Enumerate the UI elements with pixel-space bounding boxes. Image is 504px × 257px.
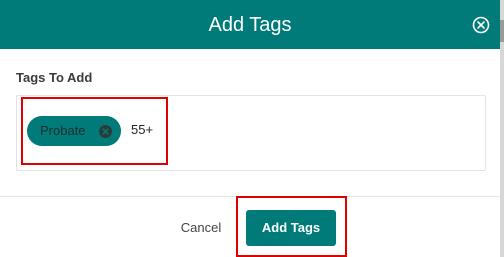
scrollbar-thumb[interactable] — [500, 20, 504, 42]
more-tags-count[interactable]: 55+ — [131, 122, 153, 137]
add-tags-dialog: Add Tags Tags To Add Probate 55+ Cancel … — [0, 0, 504, 257]
close-button[interactable] — [472, 16, 490, 34]
cancel-button[interactable]: Cancel — [172, 217, 230, 239]
dialog-title: Add Tags — [208, 14, 292, 36]
dialog-header: Add Tags — [0, 0, 500, 49]
remove-circle-icon — [99, 125, 112, 138]
add-tags-button[interactable]: Add Tags — [246, 210, 336, 246]
tags-to-add-label: Tags To Add — [16, 70, 93, 85]
scrollbar[interactable] — [500, 0, 504, 257]
tag-remove-button[interactable] — [99, 125, 112, 138]
close-circle-icon — [472, 16, 490, 34]
tag-chip-probate[interactable]: Probate — [27, 116, 121, 146]
tag-chip-label: Probate — [40, 123, 86, 138]
